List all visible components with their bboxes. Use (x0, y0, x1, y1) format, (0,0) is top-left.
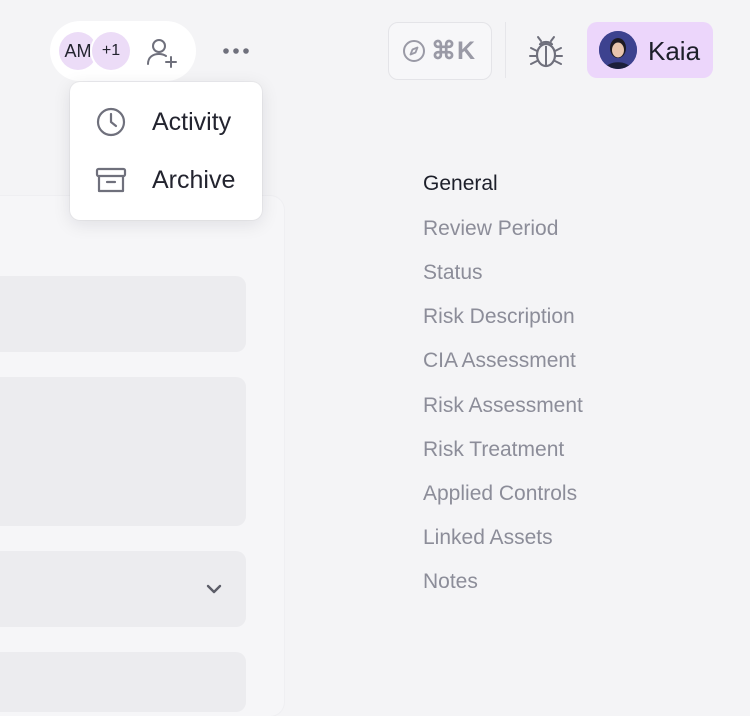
clock-icon (96, 107, 126, 137)
toc-item-applied-controls[interactable]: Applied Controls (423, 482, 577, 506)
more-users-avatar[interactable]: +1 (92, 32, 130, 70)
menu-item-activity[interactable]: Activity (70, 96, 262, 148)
more-horizontal-icon[interactable] (218, 36, 254, 66)
menu-item-archive[interactable]: Archive (70, 154, 262, 206)
command-palette-button[interactable]: ⌘K (388, 22, 492, 80)
toc-item-notes[interactable]: Notes (423, 570, 478, 594)
compass-icon (403, 40, 425, 62)
toc-item-risk-assessment[interactable]: Risk Assessment (423, 394, 583, 418)
menu-item-label: Activity (152, 107, 232, 136)
toc-item-risk-description[interactable]: Risk Description (423, 305, 575, 329)
user-menu-button[interactable]: Kaia (587, 22, 713, 78)
user-name: Kaia (648, 36, 701, 66)
form-textarea[interactable] (0, 377, 246, 526)
shortcut-label: ⌘K (431, 37, 477, 65)
avatar (599, 31, 637, 69)
toc-item-review-period[interactable]: Review Period (423, 217, 558, 241)
toc-item-risk-treatment[interactable]: Risk Treatment (423, 438, 564, 462)
presence-group: AM +1 (50, 21, 196, 81)
form-field[interactable] (0, 276, 246, 352)
form-field[interactable] (0, 652, 246, 712)
archive-icon (95, 167, 127, 193)
chevron-down-icon (206, 584, 222, 594)
toc-item-linked-assets[interactable]: Linked Assets (423, 526, 553, 550)
more-menu: Activity Archive (70, 82, 262, 220)
menu-item-label: Archive (152, 165, 236, 194)
toc-item-status[interactable]: Status (423, 261, 483, 285)
divider (505, 22, 506, 78)
toc-item-general[interactable]: General (423, 172, 498, 196)
bug-icon[interactable] (526, 32, 566, 72)
user-plus-icon[interactable] (145, 35, 179, 69)
toc-item-cia-assessment[interactable]: CIA Assessment (423, 349, 576, 373)
form-select[interactable] (0, 551, 246, 627)
